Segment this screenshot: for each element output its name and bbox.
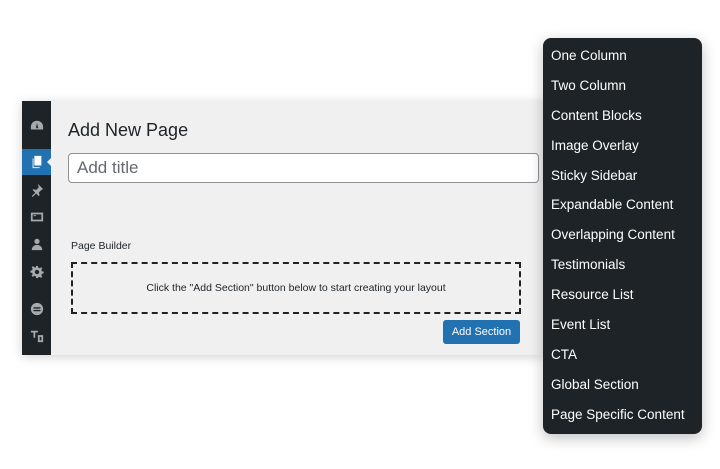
page-builder-label: Page Builder <box>71 240 132 252</box>
translate-icon[interactable] <box>22 323 51 349</box>
media-icon[interactable] <box>22 204 51 230</box>
menu-item-expandable-content[interactable]: Expandable Content <box>543 190 702 220</box>
users-icon[interactable] <box>22 231 51 257</box>
pin-icon[interactable] <box>22 177 51 203</box>
dashboard-icon[interactable] <box>22 113 51 139</box>
section-type-menu: One Column Two Column Content Blocks Ima… <box>543 38 702 434</box>
page-title: Add New Page <box>68 120 189 140</box>
menu-item-sticky-sidebar[interactable]: Sticky Sidebar <box>543 161 702 191</box>
menu-item-page-specific-content[interactable]: Page Specific Content <box>543 400 702 430</box>
menu-item-event-list[interactable]: Event List <box>543 310 702 340</box>
menu-item-image-overlay[interactable]: Image Overlay <box>543 131 702 161</box>
menu-item-overlapping-content[interactable]: Overlapping Content <box>543 220 702 250</box>
plugin-icon[interactable] <box>22 296 51 322</box>
builder-dropzone: Click the "Add Section" button below to … <box>71 262 521 314</box>
settings-icon[interactable] <box>22 259 51 285</box>
menu-item-content-blocks[interactable]: Content Blocks <box>543 101 702 131</box>
menu-item-one-column[interactable]: One Column <box>543 41 702 71</box>
menu-item-testimonials[interactable]: Testimonials <box>543 250 702 280</box>
admin-sidebar <box>22 101 52 355</box>
menu-item-global-section[interactable]: Global Section <box>543 370 702 400</box>
menu-item-cta[interactable]: CTA <box>543 340 702 370</box>
menu-item-two-column[interactable]: Two Column <box>543 71 702 101</box>
add-section-button[interactable]: Add Section <box>443 320 520 344</box>
dropzone-text: Click the "Add Section" button below to … <box>146 282 446 294</box>
menu-item-resource-list[interactable]: Resource List <box>543 280 702 310</box>
title-input[interactable] <box>68 153 539 183</box>
editor-panel: Add New Page Page Builder Click the "Add… <box>22 101 544 355</box>
pages-icon[interactable] <box>22 149 52 175</box>
